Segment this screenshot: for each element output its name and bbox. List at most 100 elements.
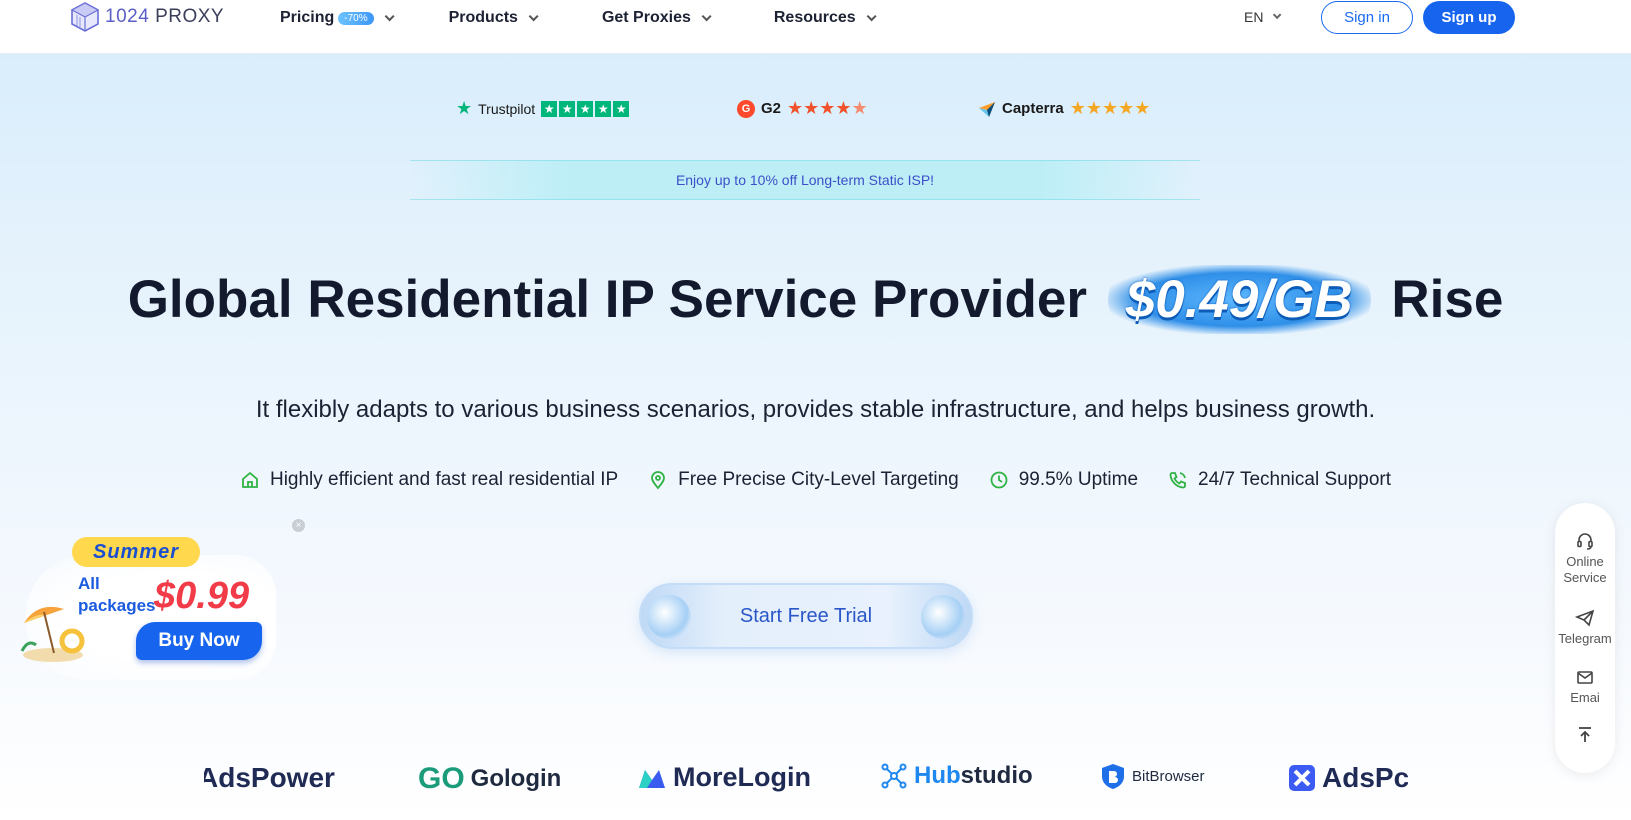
chevron-down-icon (1273, 10, 1282, 20)
capterra-stars: ★★★★★ (1069, 98, 1151, 118)
clock-icon (990, 471, 1008, 489)
chevron-down-icon (528, 10, 539, 21)
hero-title: Global Residential IP Service Provider $… (0, 265, 1631, 334)
summer-line-2: packages (78, 596, 156, 615)
online-service-label: Online (1566, 554, 1604, 569)
trustpilot-name: Trustpilot (478, 100, 536, 117)
location-pin-icon (651, 471, 666, 490)
partner-logos: AdsPower GO Gologin MoreLogin Hubstudio … (0, 762, 1631, 802)
partner-adspower-left: AdsPower (204, 762, 344, 802)
partner-morelogin: MoreLogin (637, 762, 811, 793)
phone-icon (1169, 472, 1186, 489)
hero-subtitle: It flexibly adapts to various business s… (255, 396, 1376, 423)
feature-list: Highly efficient and fast real residenti… (0, 469, 1631, 491)
telegram-icon (1575, 609, 1595, 627)
adspower-right-logo: AdsPc (1288, 762, 1408, 794)
buy-now-button[interactable]: Buy Now (136, 622, 262, 660)
trustpilot-star-icon: ★ (456, 98, 473, 118)
mail-icon (1577, 671, 1593, 684)
email-button[interactable]: Emai (1555, 667, 1615, 706)
summer-line-1: All (78, 574, 100, 593)
hubstudio-logo-text-studio: studio (960, 762, 1033, 789)
nav-products[interactable]: Products (448, 7, 539, 29)
morelogin-logo-icon (639, 769, 665, 788)
partner-hubstudio: Hubstudio (880, 762, 1033, 790)
online-service-label-2: Service (1563, 570, 1607, 585)
capterra-rating: Capterra ★★★★★ (978, 98, 1150, 119)
chevron-down-icon (701, 10, 712, 21)
gologin-logo-icon: GO (418, 762, 465, 795)
summer-tag: Summer (72, 537, 200, 567)
nav-resources-label: Resources (773, 9, 856, 26)
nav-pricing[interactable]: Pricing -70% (280, 7, 395, 29)
online-service-button[interactable]: Online Service (1555, 531, 1615, 586)
g2-name: G2 (761, 100, 782, 117)
home-icon (242, 471, 258, 488)
cta-label: Start Free Trial (739, 604, 873, 627)
bitbrowser-logo-text: BitBrowser (1132, 767, 1205, 785)
start-free-trial-button[interactable]: Start Free Trial (639, 583, 973, 649)
feature-label: Free Precise City-Level Targeting (678, 469, 959, 490)
wave-decoration (921, 595, 965, 639)
adspower-logo-icon (1289, 765, 1315, 791)
nav-pricing-label: Pricing (280, 9, 335, 26)
partner-bitbrowser: BitBrowser (1100, 762, 1205, 790)
adspower-logo-text: AdsPower (204, 762, 335, 793)
arrow-up-icon (1579, 727, 1591, 742)
nav-get-proxies-label: Get Proxies (601, 9, 691, 26)
g2-logo-icon: G (737, 99, 755, 118)
sign-up-button[interactable]: Sign up (1423, 1, 1515, 34)
telegram-button[interactable]: Telegram (1555, 608, 1615, 647)
headset-icon (1577, 533, 1593, 550)
main-nav: Pricing -70% Products Get Proxies Resour… (280, 7, 877, 29)
telegram-label: Telegram (1558, 631, 1612, 646)
trustpilot-stars: ★ ★ ★ ★ ★ (541, 100, 630, 117)
sign-in-button[interactable]: Sign in (1321, 1, 1413, 34)
logo-mark-icon (70, 2, 100, 32)
feature-label: 99.5% Uptime (1018, 469, 1139, 490)
hubstudio-logo-text-hub: Hub (914, 762, 961, 789)
nav-get-proxies[interactable]: Get Proxies (601, 7, 712, 29)
feature-label: 24/7 Technical Support (1198, 469, 1391, 490)
nav-resources[interactable]: Resources (773, 7, 877, 29)
partner-adspower-right: AdsPc (1288, 762, 1408, 802)
discount-badge: -70% (338, 11, 374, 25)
price-splash-badge: $0.49/GB (1107, 265, 1371, 334)
ratings-row: ★ Trustpilot ★ ★ ★ ★ ★ G G2 ★★★★★ Capterra ★… (0, 98, 1631, 120)
adspower-right-logo-text: AdsPc (1322, 762, 1408, 793)
morelogin-logo-text: MoreLogin (673, 762, 811, 792)
hubstudio-logo-icon (881, 763, 907, 789)
nav-products-label: Products (448, 9, 518, 26)
feature-item: Free Precise City-Level Targeting (648, 469, 959, 491)
back-to-top-button[interactable] (1555, 725, 1615, 748)
language-selector[interactable]: EN (1244, 9, 1282, 25)
promo-banner[interactable]: Enjoy up to 10% off Long-term Static ISP… (410, 160, 1200, 200)
summer-price: $0.99 (154, 575, 250, 617)
bitbrowser-logo-icon (1102, 764, 1124, 789)
chevron-down-icon (866, 10, 877, 21)
summer-promo-popup[interactable]: Summer All packages $0.99 Buy Now (16, 535, 276, 680)
g2-stars: ★★★★★ (787, 98, 868, 118)
partner-gologin: GO Gologin (418, 762, 561, 796)
feature-item: Highly efficient and fast real residenti… (240, 469, 618, 491)
close-icon[interactable]: × (292, 519, 305, 532)
hero-title-text: Global Residential IP Service Provider (127, 270, 1088, 329)
trustpilot-rating: ★ Trustpilot ★ ★ ★ ★ ★ (456, 98, 630, 119)
email-label: Emai (1570, 690, 1600, 705)
feature-item: 99.5% Uptime (989, 469, 1138, 491)
top-navbar: 1024 PROXY Pricing -70% Products Get Pro… (0, 0, 1631, 54)
gologin-logo-text: Gologin (470, 765, 562, 792)
chevron-down-icon (384, 10, 395, 21)
summer-all-packages: All packages (78, 573, 156, 617)
feature-label: Highly efficient and fast real residenti… (269, 469, 619, 490)
feature-item: 24/7 Technical Support (1168, 469, 1391, 491)
logo-text: 1024 PROXY (105, 6, 225, 27)
logo[interactable]: 1024 PROXY (69, 1, 224, 33)
capterra-name: Capterra (1002, 100, 1064, 117)
hero-title-suffix: Rise (1391, 270, 1504, 329)
g2-rating: G G2 ★★★★★ (737, 98, 868, 119)
wave-decoration (647, 595, 691, 639)
language-label: EN (1244, 9, 1264, 25)
floating-contact-bar: Online Service Telegram Emai (1555, 503, 1615, 773)
capterra-logo-icon (979, 101, 995, 117)
